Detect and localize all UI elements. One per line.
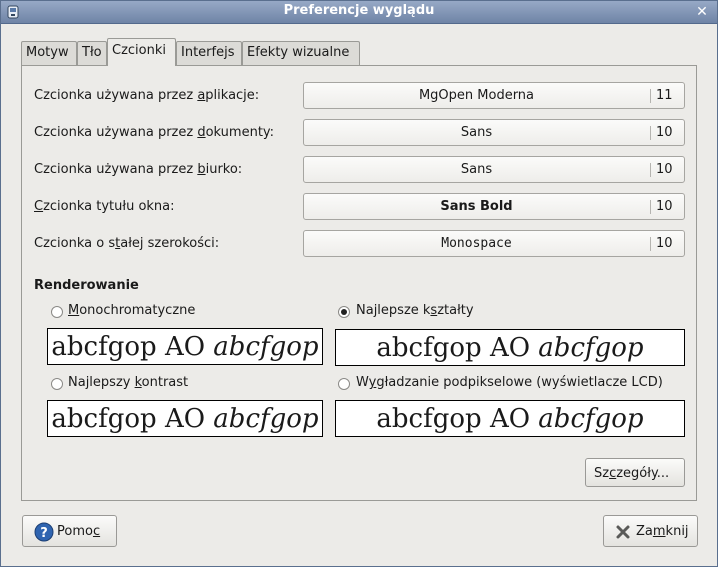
title-bar: Preferencje wyglądu ✕ — [1, 1, 717, 24]
monochrome-sample: abcfgop AO abcfgop — [47, 328, 323, 365]
details-button-label: Szczegóły... — [594, 466, 670, 481]
best-shapes-radio[interactable] — [338, 306, 350, 318]
monochrome-label[interactable]: Monochromatyczne — [68, 303, 195, 318]
tab-tlo[interactable]: Tło — [77, 41, 107, 65]
best-shapes-sample: abcfgop AO abcfgop — [335, 329, 685, 366]
font-name: Sans Bold — [440, 199, 513, 214]
help-button-label: Pomoc — [57, 524, 101, 539]
document-font-button[interactable]: Sans 10 — [303, 119, 685, 146]
font-size: 10 — [656, 199, 673, 214]
help-button[interactable]: ? Pomoc — [22, 515, 117, 547]
preferences-window: Preferencje wyglądu ✕ Motyw Tło Czcionki… — [0, 0, 718, 567]
font-size: 10 — [656, 125, 673, 140]
subpixel-label[interactable]: Wygładzanie podpikselowe (wyświetlacze L… — [356, 375, 663, 390]
close-icon — [616, 525, 630, 539]
monochrome-radio[interactable] — [51, 306, 63, 318]
tab-czcionki[interactable]: Czcionki — [107, 38, 176, 66]
separator — [650, 89, 651, 103]
help-icon: ? — [34, 522, 54, 542]
tab-efekty-wizualne[interactable]: Efekty wizualne — [242, 41, 360, 65]
window-title-font-button[interactable]: Sans Bold 10 — [303, 193, 685, 220]
fonts-panel: Czcionka używana przez aplikacje: MgOpen… — [21, 65, 697, 501]
separator — [650, 200, 651, 214]
font-size: 11 — [656, 88, 673, 103]
details-button[interactable]: Szczegóły... — [585, 458, 685, 487]
application-font-button[interactable]: MgOpen Moderna 11 — [303, 82, 685, 109]
tab-interfejs[interactable]: Interfejs — [176, 41, 242, 65]
fixed-width-font-label: Czcionka o stałej szerokości: — [34, 236, 220, 251]
best-contrast-radio[interactable] — [51, 378, 63, 390]
desktop-font-button[interactable]: Sans 10 — [303, 156, 685, 183]
subpixel-sample: abcfgop AO abcfgop — [335, 400, 685, 437]
desktop-font-label: Czcionka używana przez biurko: — [34, 162, 243, 177]
window-title: Preferencje wyglądu — [283, 3, 435, 18]
font-size: 10 — [656, 236, 673, 251]
svg-text:?: ? — [40, 526, 48, 541]
best-contrast-label[interactable]: Najlepszy kontrast — [68, 375, 188, 390]
separator — [650, 163, 651, 177]
font-name: Sans — [460, 125, 493, 140]
subpixel-radio[interactable] — [338, 378, 350, 390]
font-name: MgOpen Moderna — [418, 88, 535, 103]
close-button[interactable]: Zamknij — [603, 515, 698, 547]
best-contrast-sample: abcfgop AO abcfgop — [47, 400, 323, 437]
close-button-label: Zamknij — [636, 524, 689, 539]
document-font-label: Czcionka używana przez dokumenty: — [34, 125, 275, 140]
tab-motyw[interactable]: Motyw — [21, 41, 77, 65]
best-shapes-label[interactable]: Najlepsze kształty — [356, 303, 474, 318]
rendering-section-title: Renderowanie — [34, 278, 139, 293]
fixed-width-font-button[interactable]: Monospace 10 — [303, 230, 685, 257]
window-title-font-label: Czcionka tytułu okna: — [34, 199, 175, 214]
font-size: 10 — [656, 162, 673, 177]
application-font-label: Czcionka używana przez aplikacje: — [34, 88, 260, 103]
font-name: Monospace — [441, 236, 512, 251]
font-name: Sans — [460, 162, 493, 177]
close-window-icon[interactable]: ✕ — [693, 3, 711, 21]
separator — [650, 237, 651, 251]
separator — [650, 126, 651, 140]
